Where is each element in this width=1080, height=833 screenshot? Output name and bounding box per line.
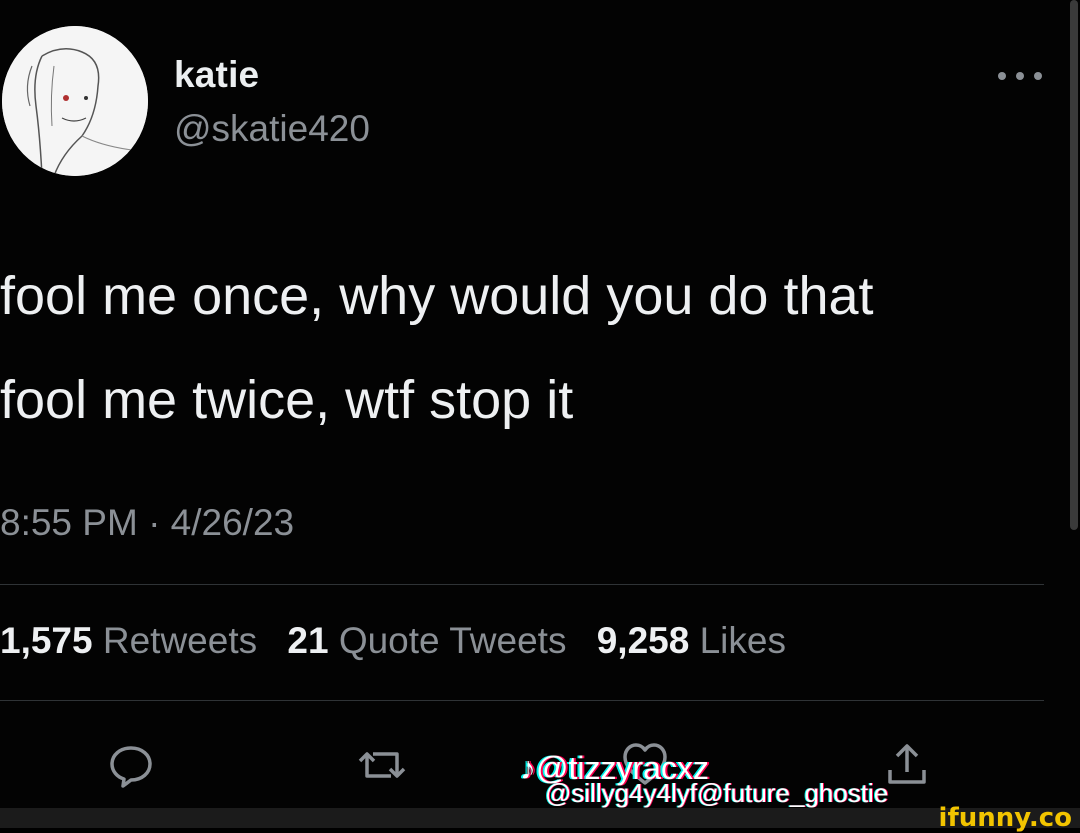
- likes-stat[interactable]: 9,258 Likes: [597, 620, 786, 661]
- retweets-count: 1,575: [0, 620, 93, 661]
- more-options-icon[interactable]: [990, 60, 1050, 90]
- tweet-stats: 1,575 Retweets 21 Quote Tweets 9,258 Lik…: [0, 620, 806, 662]
- tweet-card: katie @skatie420 fool me once, why would…: [0, 0, 1080, 808]
- likes-label: Likes: [699, 620, 786, 661]
- ifunny-watermark: ifunny.co: [938, 803, 1072, 833]
- author-display-name[interactable]: katie: [174, 54, 259, 96]
- likes-count: 9,258: [596, 620, 690, 661]
- tweet-text: fool me once, why would you do that fool…: [0, 244, 1050, 452]
- share-icon[interactable]: [882, 740, 932, 790]
- retweets-stat[interactable]: 1,575 Retweets: [0, 620, 257, 661]
- avatar-drawing-icon: [2, 26, 148, 176]
- retweets-label: Retweets: [102, 620, 258, 661]
- reply-icon[interactable]: [106, 740, 156, 790]
- divider: [0, 700, 1044, 701]
- avatar[interactable]: [2, 26, 148, 176]
- divider: [0, 584, 1044, 585]
- author-handle[interactable]: @skatie420: [174, 108, 370, 150]
- retweet-icon[interactable]: [357, 740, 407, 790]
- tweet-line: fool me twice, wtf stop it: [0, 370, 574, 430]
- tiktok-watermark-secondary: @sillyg4y4lyf@future_ghostie: [545, 778, 889, 808]
- tweet-timestamp[interactable]: 8:55 PM · 4/26/23: [0, 502, 294, 544]
- tweet-line: fool me once, why would you do that: [0, 266, 874, 326]
- quotes-stat[interactable]: 21 Quote Tweets: [287, 620, 566, 661]
- scrollbar[interactable]: [1070, 0, 1078, 530]
- quotes-count: 21: [287, 620, 329, 661]
- tiktok-logo-icon: ♪: [520, 750, 536, 786]
- quotes-label: Quote Tweets: [338, 620, 567, 661]
- watermark-bar: [0, 808, 1080, 828]
